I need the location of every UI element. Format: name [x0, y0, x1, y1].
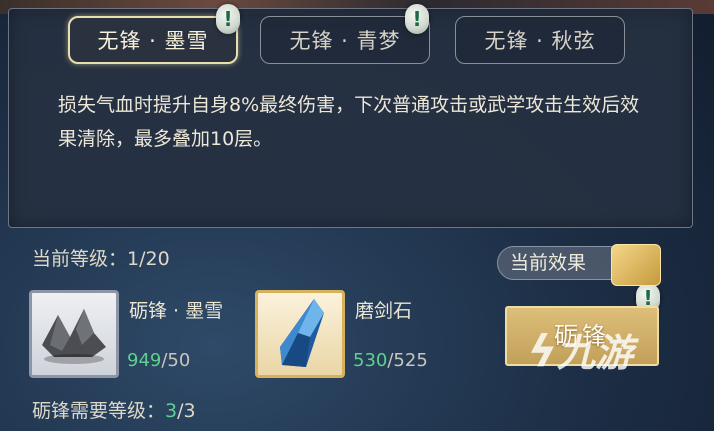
- req-have: 3: [165, 400, 178, 422]
- watermark: ϟ九游: [528, 322, 688, 382]
- material-need: /50: [161, 350, 191, 371]
- effect-scroll-icon[interactable]: [611, 244, 661, 286]
- material-need: /525: [387, 350, 428, 371]
- current-effect-button[interactable]: 当前效果: [497, 246, 629, 280]
- level-value: 1/20: [127, 248, 170, 270]
- crystal-item-slot[interactable]: [255, 290, 345, 378]
- req-separator: ：: [146, 400, 166, 422]
- level-label: 当前等级: [32, 248, 109, 270]
- level-separator: ：: [108, 248, 128, 270]
- material-have: 949: [127, 350, 162, 371]
- tab-qiuxian[interactable]: 无锋 · 秋弦: [455, 16, 625, 64]
- watermark-logo-icon: ϟ: [528, 326, 558, 377]
- material-name: 砺锋 · 墨雪: [129, 300, 224, 322]
- req-label: 砺锋需要等级: [32, 400, 147, 422]
- material-count: 530/525: [353, 350, 428, 371]
- alert-icon[interactable]: !: [405, 4, 429, 34]
- stone-icon: [42, 309, 106, 364]
- alert-icon[interactable]: !: [216, 4, 240, 34]
- watermark-text: 九游: [557, 331, 634, 375]
- material-count: 949/50: [127, 350, 190, 371]
- current-level: 当前等级：1/20: [32, 244, 170, 271]
- material-name: 磨剑石: [355, 300, 413, 322]
- req-need: /3: [177, 400, 196, 422]
- stone-item-slot[interactable]: [29, 290, 119, 378]
- crystal-icon: [280, 299, 324, 367]
- required-level: 砺锋需要等级：3/3: [32, 396, 196, 423]
- material-have: 530: [353, 350, 388, 371]
- tab-moxue[interactable]: 无锋 · 墨雪: [68, 16, 238, 64]
- skill-description: 损失气血时提升自身8%最终伤害，下次普通攻击或武学攻击生效后效果清除，最多叠加1…: [58, 94, 640, 150]
